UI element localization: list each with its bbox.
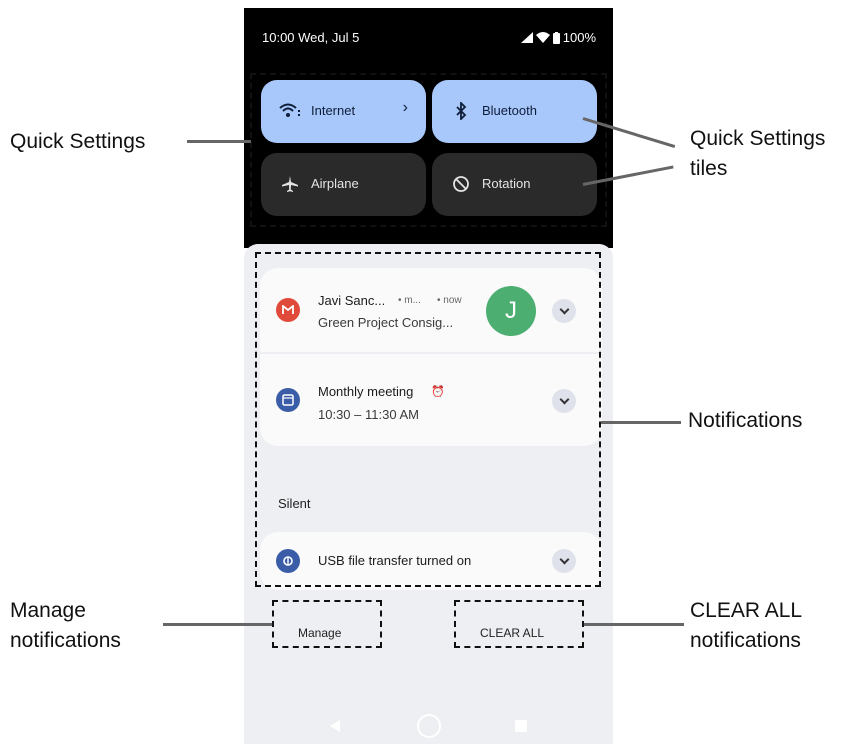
- callout-clear-line1: CLEAR ALL: [690, 599, 803, 622]
- wifi-status-icon: [535, 32, 550, 43]
- callout-manage-line1: Manage: [10, 599, 86, 622]
- callout-line: [584, 623, 684, 626]
- callout-line: [187, 140, 251, 143]
- callout-line: [601, 421, 681, 424]
- clear-all-highlight: [454, 600, 584, 648]
- callout-manage-line2: notifications: [10, 629, 121, 652]
- callout-tiles-line2: tiles: [690, 157, 728, 180]
- signal-icon: [520, 32, 533, 43]
- home-icon[interactable]: [417, 714, 441, 738]
- callout-tiles-line1: Quick Settings: [690, 127, 826, 150]
- notifications-highlight: [255, 252, 601, 587]
- quick-settings-highlight: [250, 73, 607, 227]
- manage-highlight: [272, 600, 382, 648]
- battery-percent: 100%: [562, 30, 596, 45]
- back-icon[interactable]: [329, 720, 341, 732]
- callout-line: [163, 623, 272, 626]
- status-icons: 100%: [520, 30, 596, 45]
- callout-quick-settings: Quick Settings: [10, 130, 146, 153]
- callout-clear-line2: notifications: [690, 629, 801, 652]
- battery-icon: [552, 31, 560, 44]
- recents-icon[interactable]: [515, 720, 527, 732]
- status-time: 10:00 Wed, Jul 5: [262, 30, 360, 45]
- callout-notifications: Notifications: [688, 409, 803, 432]
